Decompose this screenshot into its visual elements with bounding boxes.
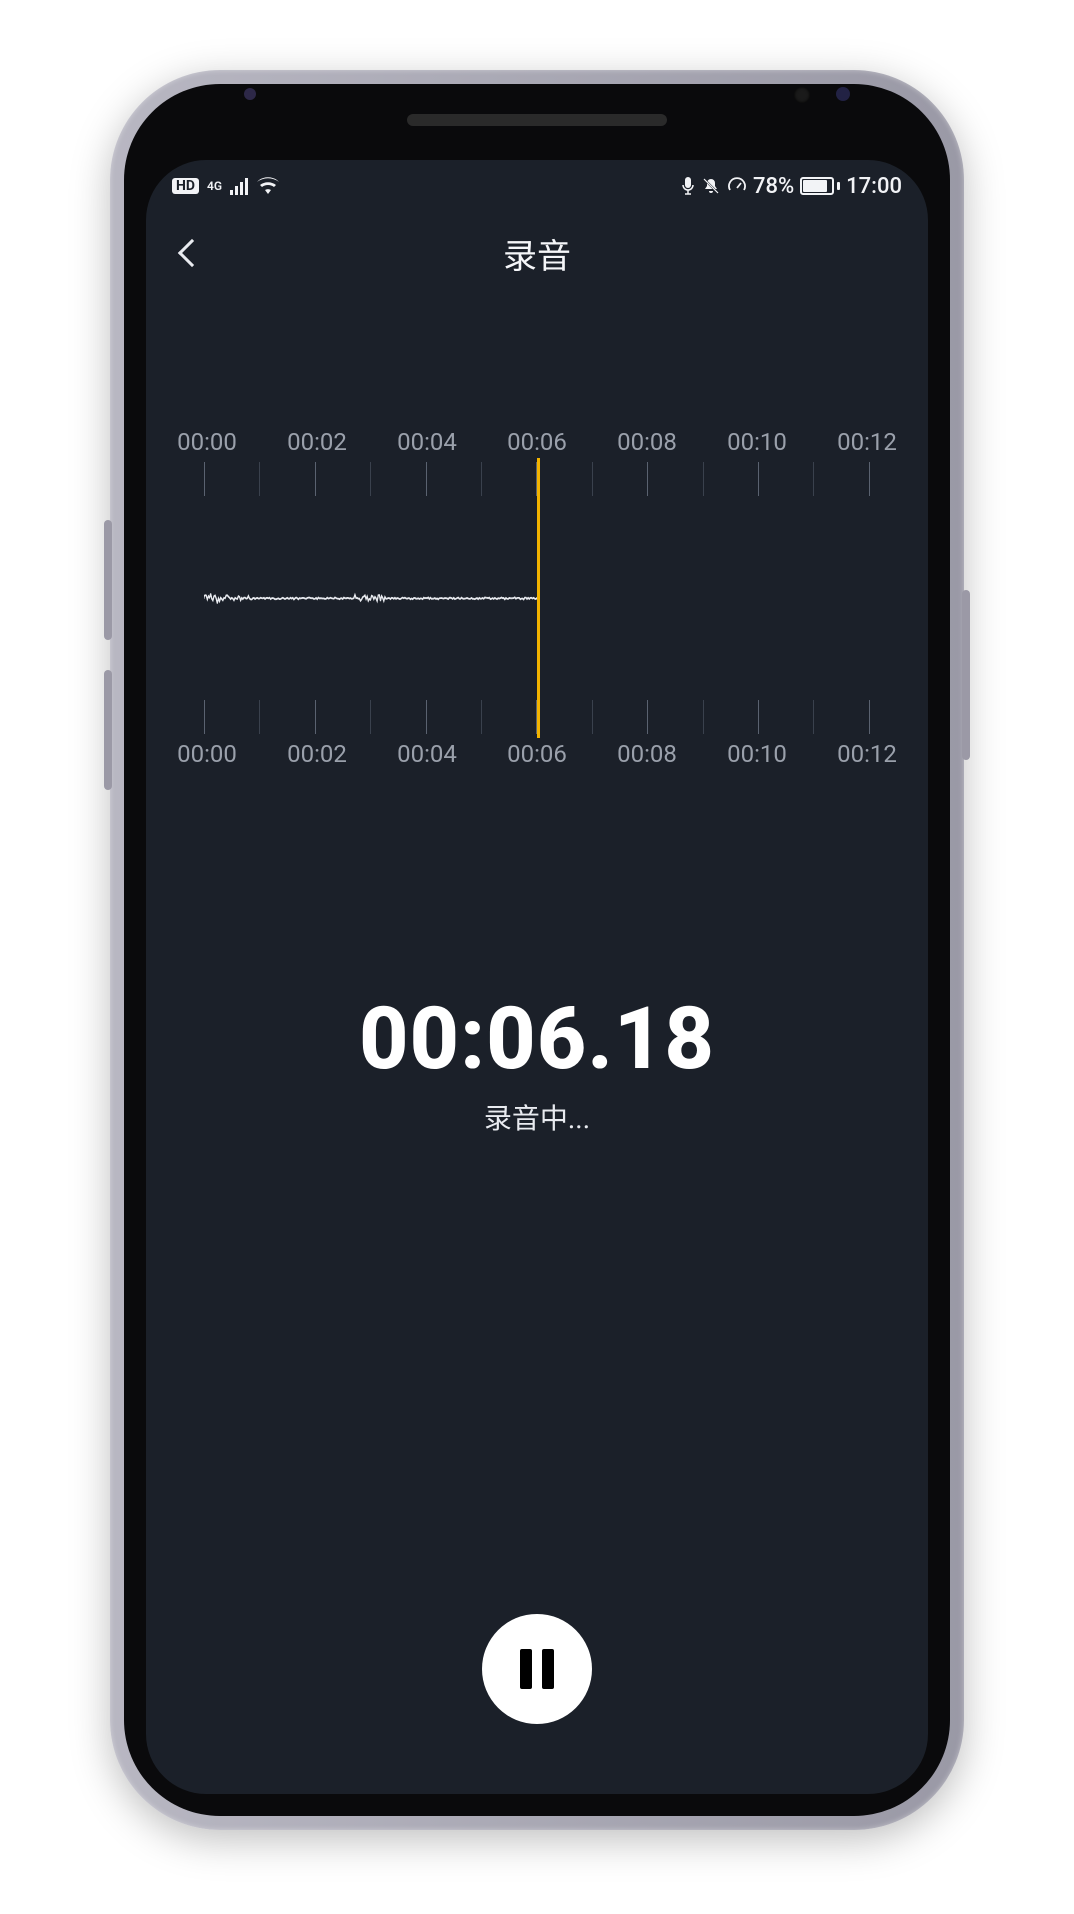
- phone-frame: HD 4G: [110, 70, 964, 1830]
- tick: [703, 462, 704, 496]
- ruler-label: 00:10: [718, 740, 796, 768]
- tick: [592, 462, 593, 496]
- ruler-label: 00:04: [388, 740, 466, 768]
- title-bar: 录音: [146, 208, 928, 298]
- waveform: [204, 578, 537, 618]
- time-ruler-top: 00:00 00:02 00:04 00:06 00:08 00:10 00:12: [146, 428, 928, 456]
- volume-down-hardware: [104, 670, 112, 790]
- timer-block: 00:06.18 录音中...: [146, 988, 928, 1137]
- tick: [204, 462, 205, 496]
- recording-status: 录音中...: [146, 1097, 928, 1137]
- status-bar: HD 4G: [146, 160, 928, 208]
- pause-icon: [520, 1649, 554, 1689]
- tick: [426, 462, 427, 496]
- elapsed-time: 00:06.18: [146, 988, 928, 1089]
- tick: [758, 462, 759, 496]
- ruler-label: 00:00: [168, 428, 246, 456]
- ruler-label: 00:10: [718, 428, 796, 456]
- tick: [204, 700, 205, 734]
- volume-up-hardware: [104, 520, 112, 640]
- tick: [315, 700, 316, 734]
- network-type: 4G: [207, 179, 222, 193]
- gauge-icon: [727, 176, 747, 196]
- tick: [315, 462, 316, 496]
- tick: [869, 700, 870, 734]
- chevron-left-icon: [178, 239, 206, 267]
- tick: [758, 700, 759, 734]
- mic-icon: [681, 176, 695, 196]
- tick: [869, 462, 870, 496]
- ruler-label: 00:06: [498, 740, 576, 768]
- hd-badge: HD: [172, 178, 199, 194]
- tick: [813, 700, 814, 734]
- phone-bezel: HD 4G: [124, 84, 950, 1816]
- earpiece: [407, 114, 667, 126]
- back-button[interactable]: [170, 231, 214, 275]
- tick: [592, 700, 593, 734]
- waveform-panel[interactable]: 00:00 00:02 00:04 00:06 00:08 00:10 00:12 00:0…: [146, 428, 928, 768]
- controls: [146, 1614, 928, 1724]
- pause-button[interactable]: [482, 1614, 592, 1724]
- page-title: 录音: [503, 229, 571, 278]
- ruler-label: 00:02: [278, 428, 356, 456]
- status-left: HD 4G: [172, 177, 280, 195]
- tick: [370, 700, 371, 734]
- power-hardware: [962, 590, 970, 760]
- ruler-label: 00:04: [388, 428, 466, 456]
- ruler-label: 00:02: [278, 740, 356, 768]
- tick: [813, 462, 814, 496]
- wifi-icon: [256, 177, 280, 195]
- sensor-dot: [244, 88, 256, 100]
- clock: 17:00: [846, 174, 902, 199]
- mute-icon: [701, 176, 721, 196]
- tick: [647, 462, 648, 496]
- time-ruler-bottom: 00:00 00:02 00:04 00:06 00:08 00:10 00:12: [146, 740, 928, 768]
- front-camera: [794, 87, 810, 103]
- ruler-label: 00:00: [168, 740, 246, 768]
- ruler-label: 00:12: [828, 428, 906, 456]
- tick: [259, 700, 260, 734]
- battery-percent: 78%: [753, 174, 794, 199]
- sensor-dot: [836, 87, 850, 101]
- ruler-label: 00:08: [608, 740, 686, 768]
- tick: [703, 700, 704, 734]
- tick: [426, 700, 427, 734]
- tick: [647, 700, 648, 734]
- tick: [481, 462, 482, 496]
- tick: [481, 700, 482, 734]
- tick: [370, 462, 371, 496]
- playhead-line: [537, 458, 540, 738]
- status-right: 78% 17:00: [681, 174, 902, 199]
- battery-icon: [800, 177, 840, 195]
- tick: [259, 462, 260, 496]
- signal-icon: [230, 177, 248, 195]
- ruler-label: 00:06: [498, 428, 576, 456]
- app-screen: HD 4G: [146, 160, 928, 1794]
- ruler-label: 00:08: [608, 428, 686, 456]
- ruler-label: 00:12: [828, 740, 906, 768]
